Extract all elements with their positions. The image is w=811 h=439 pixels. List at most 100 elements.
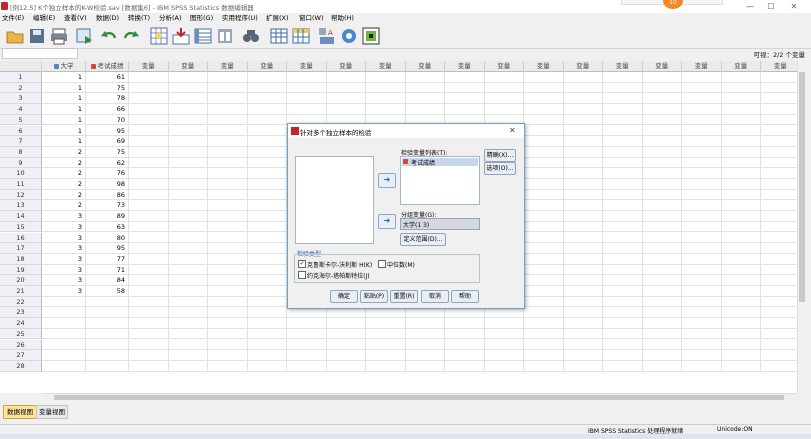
table-cell[interactable] — [524, 350, 564, 361]
table-cell[interactable] — [287, 318, 327, 329]
table-cell[interactable] — [129, 307, 169, 319]
table-cell[interactable] — [208, 328, 248, 340]
dialog-close-icon[interactable]: ✕ — [509, 126, 516, 135]
menu-analyze[interactable]: 分析(A) — [159, 13, 182, 24]
table-cell[interactable] — [603, 125, 643, 137]
table-cell[interactable]: 3 — [42, 275, 86, 286]
table-cell[interactable]: 70 — [86, 114, 129, 126]
table-cell[interactable] — [524, 318, 564, 329]
table-cell[interactable] — [287, 339, 327, 351]
tab-variable-view[interactable]: 变量视图 — [36, 405, 68, 419]
move-to-test-list-button[interactable]: ➜ — [378, 173, 396, 188]
row-header[interactable]: 1 — [0, 72, 42, 83]
table-cell[interactable] — [168, 114, 208, 126]
table-cell[interactable] — [524, 360, 564, 372]
row-header[interactable]: 17 — [0, 243, 42, 254]
table-cell[interactable] — [129, 146, 169, 158]
table-cell[interactable] — [445, 339, 485, 351]
table-cell[interactable] — [642, 253, 682, 265]
table-cell[interactable] — [208, 125, 248, 137]
table-cell[interactable]: 2 — [42, 189, 86, 201]
table-cell[interactable] — [524, 275, 564, 286]
table-cell[interactable] — [86, 360, 129, 372]
table-cell[interactable] — [682, 232, 722, 244]
table-cell[interactable] — [761, 83, 797, 94]
table-cell[interactable] — [642, 104, 682, 115]
table-cell[interactable] — [129, 200, 169, 212]
table-cell[interactable] — [524, 264, 564, 276]
table-cell[interactable] — [603, 264, 643, 276]
column-header-empty-variable[interactable]: 变量 — [603, 61, 643, 72]
column-header-empty-variable[interactable]: 变量 — [721, 61, 761, 72]
table-cell[interactable] — [129, 211, 169, 222]
table-cell[interactable] — [287, 72, 327, 83]
table-cell[interactable] — [129, 136, 169, 147]
table-cell[interactable] — [682, 318, 722, 329]
table-cell[interactable] — [524, 157, 564, 169]
table-cell[interactable] — [761, 136, 797, 147]
table-cell[interactable] — [287, 328, 327, 340]
table-cell[interactable] — [208, 232, 248, 244]
table-cell[interactable] — [761, 350, 797, 361]
table-cell[interactable] — [563, 125, 603, 137]
table-cell[interactable] — [642, 179, 682, 190]
table-cell[interactable] — [524, 328, 564, 340]
use-sets-icon[interactable] — [362, 27, 380, 45]
table-cell[interactable] — [761, 179, 797, 190]
table-cell[interactable] — [247, 114, 287, 126]
table-cell[interactable] — [86, 328, 129, 340]
table-cell[interactable] — [168, 136, 208, 147]
insert-variable-icon[interactable] — [292, 27, 310, 45]
row-header[interactable]: 8 — [0, 146, 42, 158]
move-to-group-button[interactable]: ➜ — [378, 214, 396, 229]
table-cell[interactable] — [682, 296, 722, 308]
table-cell[interactable] — [761, 318, 797, 329]
table-cell[interactable] — [563, 82, 603, 94]
table-cell[interactable] — [642, 136, 682, 147]
table-cell[interactable] — [682, 253, 722, 265]
table-cell[interactable] — [721, 339, 761, 351]
table-cell[interactable] — [247, 360, 287, 372]
table-cell[interactable] — [603, 72, 643, 83]
table-cell[interactable] — [642, 114, 682, 126]
table-cell[interactable] — [563, 360, 603, 372]
table-cell[interactable] — [366, 350, 406, 361]
table-cell[interactable] — [208, 114, 248, 126]
grid-corner[interactable] — [0, 61, 42, 72]
table-cell[interactable] — [129, 350, 169, 361]
table-cell[interactable] — [168, 275, 208, 286]
table-cell[interactable] — [603, 179, 643, 190]
table-cell[interactable] — [721, 211, 761, 222]
table-cell[interactable] — [168, 125, 208, 137]
table-cell[interactable] — [129, 189, 169, 201]
table-cell[interactable] — [326, 339, 366, 351]
table-cell[interactable] — [721, 307, 761, 319]
table-cell[interactable]: 62 — [86, 157, 129, 169]
row-header[interactable]: 20 — [0, 275, 42, 286]
table-cell[interactable] — [603, 189, 643, 201]
table-cell[interactable] — [642, 146, 682, 158]
table-cell[interactable] — [129, 114, 169, 126]
row-header[interactable]: 6 — [0, 125, 42, 137]
table-cell[interactable] — [129, 221, 169, 233]
notification-badge[interactable]: 10 — [663, 0, 683, 9]
table-cell[interactable] — [603, 211, 643, 222]
table-cell[interactable] — [563, 328, 603, 340]
table-cell[interactable] — [563, 157, 603, 169]
table-cell[interactable] — [524, 200, 564, 212]
table-cell[interactable] — [168, 146, 208, 158]
table-cell[interactable] — [524, 296, 564, 308]
table-cell[interactable] — [721, 253, 761, 265]
menu-edit[interactable]: 编辑(E) — [33, 13, 55, 24]
menu-utilities[interactable]: 实用程序(U) — [222, 13, 258, 24]
table-cell[interactable] — [445, 104, 485, 115]
table-cell[interactable] — [761, 190, 797, 201]
column-header-empty-variable[interactable]: 变量 — [247, 61, 287, 72]
table-cell[interactable] — [168, 189, 208, 201]
table-cell[interactable] — [129, 125, 169, 137]
table-cell[interactable] — [129, 168, 169, 179]
table-cell[interactable] — [366, 104, 406, 115]
table-cell[interactable] — [642, 211, 682, 222]
table-cell[interactable] — [603, 200, 643, 212]
table-cell[interactable]: 1 — [42, 72, 86, 83]
